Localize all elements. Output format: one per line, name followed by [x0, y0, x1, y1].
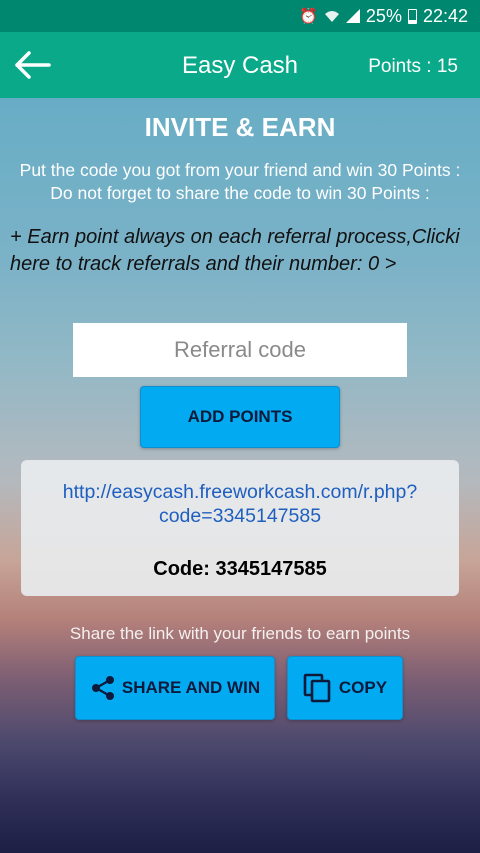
referral-link-card: http://easycash.freeworkcash.com/r.php? … [21, 460, 459, 596]
page-title: INVITE & EARN [144, 112, 336, 142]
share-code-text: Do not forget to share the code to win 3… [50, 183, 430, 203]
referral-link[interactable]: http://easycash.freeworkcash.com/r.php? … [21, 480, 459, 528]
battery-icon [407, 8, 417, 24]
points-counter: Points : 15 [368, 56, 458, 77]
referrals-tracker-link[interactable]: + Earn point always on each referral pro… [10, 224, 470, 278]
share-and-win-button[interactable]: SHARE AND WIN [75, 656, 275, 720]
alarm-icon: ⏰ [299, 8, 318, 25]
share-hint-text: Share the link with your friends to earn… [69, 624, 411, 643]
clock: 22:42 [422, 5, 468, 26]
referral-code-text: Code: 3345147585 [153, 558, 327, 580]
referral-link-line2: code=3345147585 [158, 505, 322, 527]
copy-button[interactable]: COPY [287, 656, 403, 720]
copy-button-label: COPY [338, 678, 388, 697]
signal-icon [345, 9, 360, 23]
referral-link-line1: http://easycash.freeworkcash.com/r.php? [62, 481, 418, 503]
add-points-button[interactable]: ADD POINTS [140, 386, 340, 448]
share-button-label: SHARE AND WIN [121, 678, 261, 697]
copy-icon [303, 673, 331, 703]
share-icon [91, 676, 114, 700]
referral-code-input[interactable] [73, 323, 407, 377]
status-bar: ⏰ 25% 22:42 [0, 0, 480, 32]
wifi-icon [324, 11, 339, 22]
app-bar: Easy Cash Points : 15 [0, 32, 480, 98]
enter-code-text: Put the code you got from your friend an… [19, 160, 461, 180]
battery-percent: 25% [365, 5, 402, 26]
